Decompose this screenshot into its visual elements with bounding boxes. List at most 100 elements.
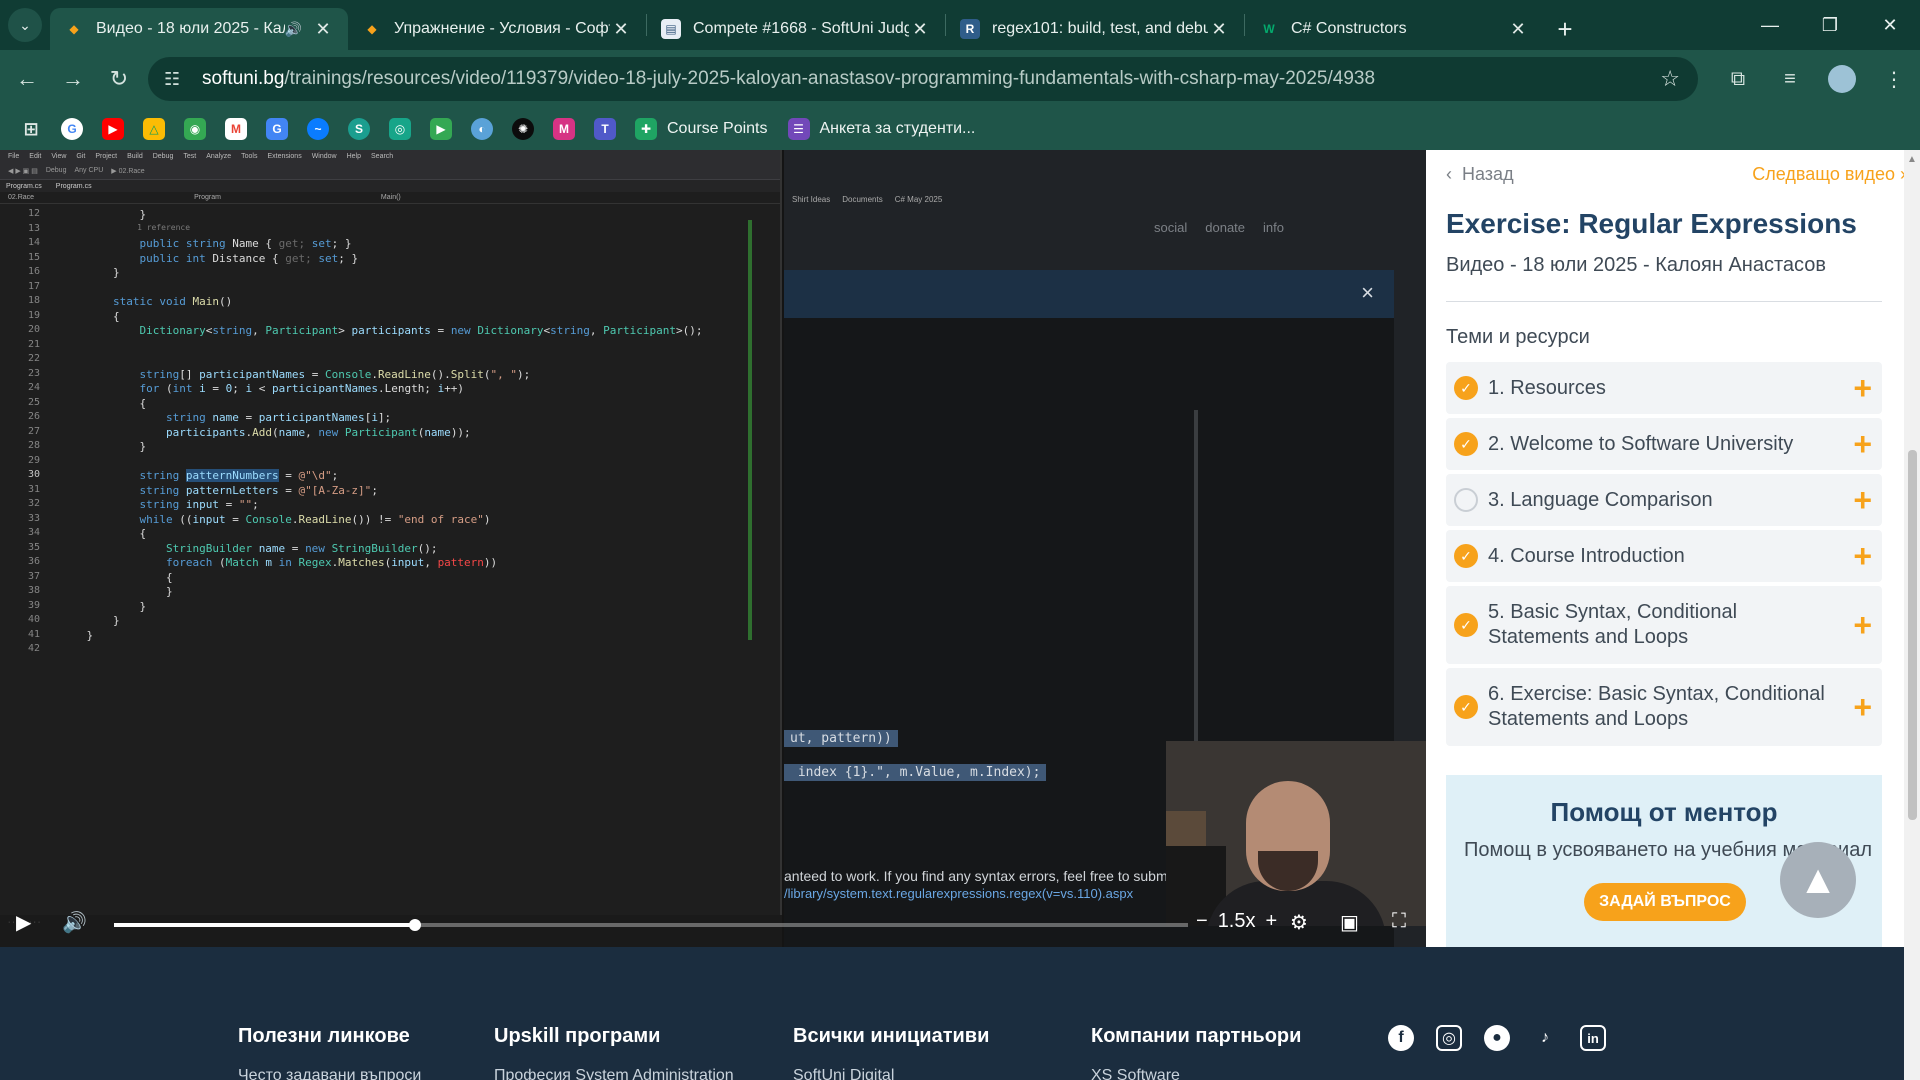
chatgpt-icon[interactable]: ✺: [512, 118, 534, 140]
change-indicator: [748, 220, 752, 640]
youtube-icon[interactable]: ▶: [102, 118, 124, 140]
tab-regex101[interactable]: R regex101: build, test, and debug ✕: [946, 8, 1244, 50]
close-window-icon[interactable]: ✕: [1860, 0, 1920, 50]
tab-video[interactable]: ◆ Видео - 18 юли 2025 - Кал 🔊 ✕: [50, 8, 348, 50]
footer-link[interactable]: Често задавани въпроси: [238, 1067, 421, 1080]
close-icon[interactable]: ✕: [1507, 19, 1529, 40]
address-bar[interactable]: ☷ softuni.bg/trainings/resources/video/1…: [148, 57, 1698, 101]
tiktok-icon[interactable]: ♪: [1532, 1025, 1558, 1051]
reload-icon[interactable]: ↻: [96, 56, 142, 102]
next-label: Следващо видео: [1752, 164, 1895, 184]
plus-icon[interactable]: +: [1853, 372, 1872, 404]
plus-icon[interactable]: +: [1853, 691, 1872, 723]
close-icon[interactable]: ✕: [610, 19, 632, 40]
ide-nav: 02.Race Program Main(): [0, 192, 780, 204]
topic-item[interactable]: ✓ 6. Exercise: Basic Syntax, Conditional…: [1446, 668, 1882, 746]
footer-column-title: Компании партньори: [1091, 1025, 1302, 1047]
teams-icon[interactable]: T: [594, 118, 616, 140]
apps-grid-icon[interactable]: ⊞: [20, 118, 42, 140]
site-info-icon[interactable]: ☷: [164, 69, 188, 90]
speed-increase-button[interactable]: +: [1266, 910, 1278, 933]
next-video-link[interactable]: Следващо видео ›: [1752, 164, 1906, 185]
footer-link[interactable]: XS Software: [1091, 1067, 1180, 1080]
extensions-icon[interactable]: ⧉: [1712, 68, 1764, 91]
bookmark-student-survey[interactable]: ☰ Анкета за студенти...: [787, 118, 975, 140]
github-icon[interactable]: ●: [1484, 1025, 1510, 1051]
footer-link[interactable]: Професия System Administration: [494, 1067, 734, 1080]
forward-arrow-icon[interactable]: →: [50, 56, 96, 102]
profile-avatar[interactable]: [1828, 65, 1856, 93]
gmail-icon[interactable]: M: [225, 118, 247, 140]
plus-icon[interactable]: +: [1853, 540, 1872, 572]
bookmark-star-icon[interactable]: ☆: [1660, 66, 1680, 92]
play-store-icon[interactable]: ▶: [430, 118, 452, 140]
speed-decrease-button[interactable]: −: [1196, 910, 1208, 933]
tab-search-button[interactable]: ⌄: [0, 0, 50, 50]
site-footer: Полезни линкове Често задавани въпроси U…: [0, 947, 1904, 1080]
minimize-icon[interactable]: —: [1740, 0, 1800, 50]
footer-link[interactable]: SoftUni Digital: [793, 1067, 894, 1080]
fullscreen-icon[interactable]: ⛶: [1392, 910, 1406, 933]
scroll-up-arrow-icon[interactable]: ▲: [1907, 154, 1917, 165]
linkedin-icon[interactable]: in: [1580, 1025, 1606, 1051]
close-icon[interactable]: ✕: [1208, 19, 1230, 40]
ide-menu: File Edit View Git Project Build Debug Test Anal…: [0, 150, 780, 162]
plus-icon[interactable]: +: [1853, 484, 1872, 516]
ask-question-button[interactable]: ЗАДАЙ ВЪПРОС: [1584, 883, 1746, 921]
topic-item[interactable]: ✓ 2. Welcome to Software University +: [1446, 418, 1882, 470]
code-editor: 12 } 13 1 reference 14 public string Nam…: [27, 208, 703, 654]
back-arrow-icon[interactable]: ←: [4, 56, 50, 102]
check-icon: ✓: [1454, 432, 1478, 456]
tab-constructors[interactable]: W C# Constructors ✕: [1245, 8, 1543, 50]
new-tab-button[interactable]: +: [1543, 8, 1587, 50]
google-translate-icon[interactable]: G: [266, 118, 288, 140]
plus-icon[interactable]: +: [1853, 428, 1872, 460]
regex101-icon: R: [960, 19, 980, 39]
tab-judge[interactable]: ▤ Compete #1668 - SoftUni Judge ✕: [647, 8, 945, 50]
miro-icon[interactable]: M: [553, 118, 575, 140]
close-icon[interactable]: ✕: [909, 19, 931, 40]
facebook-icon[interactable]: f: [1388, 1025, 1414, 1051]
check-icon: ✓: [1454, 613, 1478, 637]
volume-icon[interactable]: 🔊: [62, 910, 87, 935]
picture-in-picture-icon[interactable]: ▣: [1340, 910, 1359, 935]
google-maps-icon[interactable]: ◉: [184, 118, 206, 140]
topic-item[interactable]: ✓ 4. Course Introduction +: [1446, 530, 1882, 582]
ide-toolbar: ◀ ▶ ▣ ▤ Debug Any CPU ▶ 02.Race: [0, 162, 780, 180]
topic-item[interactable]: ✓ 1. Resources +: [1446, 362, 1882, 414]
softuni-link-icon[interactable]: S: [348, 118, 370, 140]
topics-heading: Теми и ресурси: [1446, 326, 1590, 348]
scroll-to-top-button[interactable]: ▲: [1780, 842, 1856, 918]
scrollbar-thumb[interactable]: [1908, 450, 1917, 820]
back-link[interactable]: ‹ Назад: [1446, 164, 1514, 185]
progress-handle[interactable]: [408, 919, 421, 931]
progress-track[interactable]: [114, 919, 1188, 931]
overlay-scrollbar: [1194, 410, 1198, 790]
messenger-icon[interactable]: ~: [307, 118, 329, 140]
close-icon[interactable]: ✕: [312, 19, 334, 40]
topic-item[interactable]: 3. Language Comparison +: [1446, 474, 1882, 526]
restore-icon[interactable]: ❐: [1800, 0, 1860, 50]
video-player[interactable]: File Edit View Git Project Build Debug Test Anal…: [0, 150, 1426, 947]
check-icon: ✓: [1454, 376, 1478, 400]
copilot-icon[interactable]: ◎: [389, 118, 411, 140]
settings-gear-icon[interactable]: ⚙: [1290, 910, 1308, 935]
media-controls-icon[interactable]: ≡: [1764, 68, 1816, 91]
lesson-subtitle: Видео - 18 юли 2025 - Калоян Анастасов: [1446, 254, 1826, 276]
google-drive-icon[interactable]: △: [143, 118, 165, 140]
bookmark-course-points[interactable]: ✚ Course Points: [635, 118, 768, 140]
back-label: Назад: [1462, 164, 1514, 184]
page-scrollbar[interactable]: ▲: [1904, 150, 1920, 1080]
tab-exercise[interactable]: ◆ Упражнение - Условия - Софт ✕: [348, 8, 646, 50]
instagram-icon[interactable]: ◎: [1436, 1025, 1462, 1051]
plus-icon[interactable]: +: [1853, 609, 1872, 641]
topic-item[interactable]: ✓ 5. Basic Syntax, Conditional Statement…: [1446, 586, 1882, 664]
forms-icon: ☰: [787, 118, 810, 140]
globe-icon[interactable]: ◐: [471, 118, 493, 140]
google-icon[interactable]: G: [61, 118, 83, 140]
menu-kebab-icon[interactable]: ⋮: [1868, 67, 1920, 92]
speaker-icon[interactable]: 🔊: [285, 21, 302, 38]
play-icon[interactable]: ▶: [16, 910, 31, 935]
browser-toolbar: ← → ↻ ☷ softuni.bg/trainings/resources/v…: [0, 50, 1920, 108]
social-links: f ◎ ● ♪ in: [1388, 1025, 1606, 1051]
